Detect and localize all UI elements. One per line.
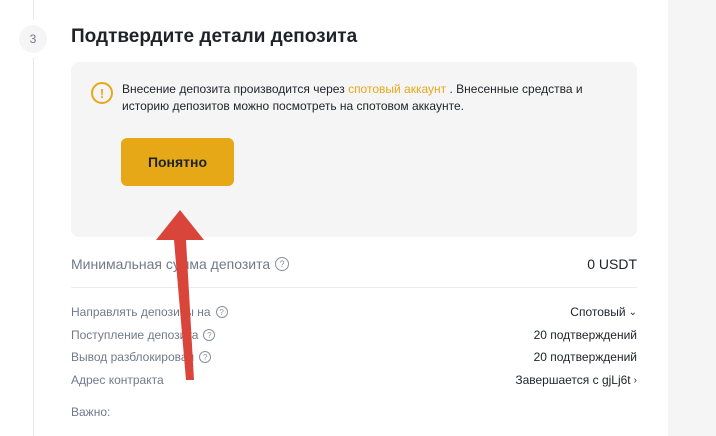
spot-account-link[interactable]: спотовый аккаунт [348, 82, 446, 96]
warning-icon: ! [91, 82, 113, 104]
chevron-right-icon: › [633, 374, 637, 386]
got-it-button[interactable]: Понятно [121, 138, 234, 186]
step-connector-bottom [33, 58, 34, 436]
step-number-badge: 3 [19, 25, 47, 53]
important-heading: Важно: [71, 405, 111, 419]
step-connector-top [33, 0, 34, 20]
contract-address-value: Завершается с gjLj6t [515, 373, 631, 387]
deposit-target-select[interactable]: Спотовый ⌄ [570, 305, 637, 319]
right-side-panel [668, 0, 716, 436]
section-title: Подтвердите детали депозита [71, 26, 358, 47]
contract-address-link[interactable]: Завершается с gjLj6t › [515, 373, 637, 387]
help-icon[interactable]: ? [215, 306, 228, 318]
min-deposit-value: 0 USDT [587, 256, 637, 272]
deposit-target-value: Спотовый [570, 305, 626, 319]
notice-text-before: Внесение депозита производится через [122, 82, 349, 96]
help-icon[interactable]: ? [275, 257, 290, 271]
withdrawal-unlock-value: 20 подтверждений [533, 350, 637, 364]
chevron-down-icon: ⌄ [628, 306, 637, 318]
notice-text: Внесение депозита производится через спо… [122, 81, 612, 115]
red-arrow-annotation [156, 210, 204, 380]
deposit-arrival-value: 20 подтверждений [533, 328, 637, 342]
